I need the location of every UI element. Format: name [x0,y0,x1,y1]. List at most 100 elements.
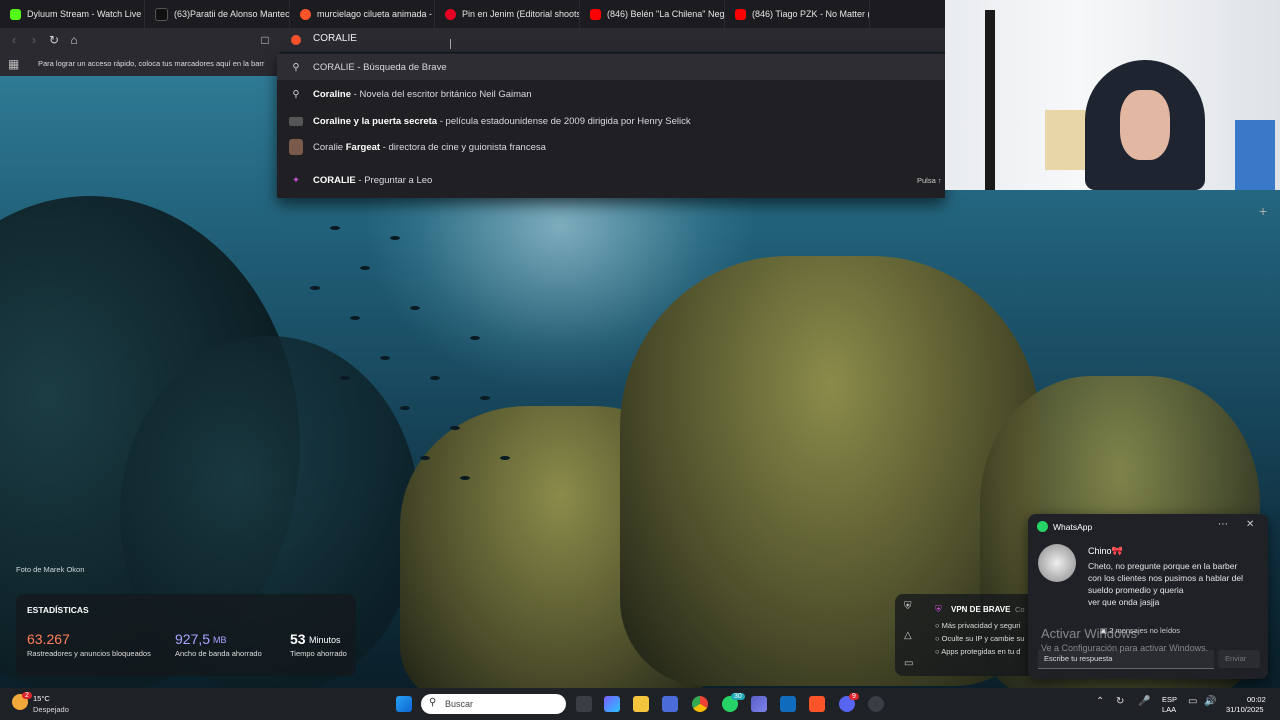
bandwidth-value: 927,5 [175,631,211,647]
keyboard-hint: Pulsa ↑ [917,175,942,185]
omnibox-suggestions: ⚲ CORALIE - Búsqueda de Brave ⚲ Coraline… [277,53,945,198]
notification-app: WhatsApp [1053,522,1093,532]
language-sub: LAA [1162,705,1177,714]
volume-icon[interactable]: 🔊 [1204,696,1216,707]
browser-tab[interactable]: Pin en Jenim (Editorial shoots) [435,0,580,28]
outlook-icon[interactable] [780,696,796,712]
suggestion-item[interactable]: ✦ CORALIE - Preguntar a Leo Pulsa ↑ [277,167,945,193]
app-icon[interactable] [868,696,884,712]
brave-search-icon [300,8,311,20]
activation-subtitle: Ve a Configuración para activar Windows. [1041,643,1209,653]
activation-title: Activar Windows [1041,626,1138,641]
apps-grid-icon[interactable]: ▦ [8,57,19,71]
brave-search-icon [291,35,301,45]
home-icon[interactable]: ⌂ [66,32,82,48]
pinterest-icon [445,8,456,20]
close-icon[interactable]: ✕ [1246,519,1254,530]
language-indicator[interactable]: ESP [1162,695,1177,704]
task-view-icon[interactable] [576,696,592,712]
address-bar[interactable]: CORALIE [283,29,945,51]
clock-time[interactable]: 00:02 [1247,695,1266,704]
search-icon: ⚲ [429,697,437,708]
stats-widget: ESTADÍSTICAS 63.267 Rastreadores y anunc… [16,594,356,676]
discord-badge: 9 [849,693,859,700]
browser-tab[interactable]: murcielago cilueta animada - Brave S [290,0,435,28]
address-input[interactable]: CORALIE [313,33,357,44]
search-icon: ⚲ [292,61,300,73]
vpn-item: ○ Más privacidad y seguri [935,621,1021,630]
movie-thumbnail-icon [289,114,303,128]
store-icon[interactable] [662,696,678,712]
windows-taskbar: 2 15°C Despejado ⚲ Buscar 30 9 ⌃ ↻ 🎤 ESP… [0,688,1280,720]
more-options-icon[interactable]: ⋯ [1218,519,1228,530]
vpn-title: VPN DE BRAVE [951,605,1011,614]
bookmark-icon[interactable]: □ [257,32,273,48]
bandwidth-label: Ancho de banda ahorrado [175,649,262,658]
sync-icon[interactable]: ↻ [1116,696,1124,707]
shield-icon: ⛨ [904,601,912,612]
sender-name: Chino🎀 [1088,546,1123,556]
windows-start-icon[interactable] [396,696,412,712]
whatsapp-badge: 30 [731,693,745,700]
weather-desc: Despejado [33,705,69,714]
person-face [1120,90,1170,160]
tiktok-icon [155,7,168,21]
person-avatar-icon [289,139,303,155]
back-icon[interactable]: ‹ [6,32,22,48]
time-label: Tiempo ahorrado [290,649,347,658]
kick-icon [10,8,21,20]
chrome-icon[interactable] [692,696,708,712]
teams-icon[interactable] [751,696,767,712]
browser-tab[interactable]: (846) Belén "La Chilena" Negri confi [580,0,725,28]
file-explorer-icon[interactable] [633,696,649,712]
search-icon: ⚲ [292,88,300,100]
time-value: 53 [290,631,306,647]
leo-ai-icon: ✦ [292,174,300,186]
time-unit: Minutos [309,635,341,645]
browser-tab[interactable]: (846) Tiago PZK - No Matter ( [725,0,870,28]
forward-icon[interactable]: › [26,32,42,48]
vpn-widget[interactable]: ⛨ △ ▭ ⛨ VPN DE BRAVE Co ○ Más privacidad… [895,594,1035,676]
card-icon: ▭ [904,658,914,669]
youtube-icon [590,8,601,20]
microphone-icon[interactable]: 🎤 [1138,696,1150,707]
browser-tab[interactable]: (63)Paratii de Alonso Manteca: Unis [145,0,290,28]
network-icon[interactable]: ▭ [1188,696,1197,707]
suggestion-item[interactable]: Coralie Fargeat - directora de cine y gu… [277,134,945,160]
suggestion-item[interactable]: ⚲ CORALIE - Búsqueda de Brave [277,54,945,80]
webcam-overlay [945,0,1280,190]
vpn-brand-icon: ⛨ [935,604,942,614]
suggestion-item[interactable]: Coraline y la puerta secreta - película … [277,108,945,134]
youtube-icon [735,8,746,20]
blue-object [1235,120,1275,190]
chevron-up-icon[interactable]: ⌃ [1096,696,1104,707]
weather-temp: 15°C [33,694,50,703]
vpn-item: ○ Apps protegidas en tu d [935,647,1021,656]
browser-tab[interactable]: Dyluum Stream - Watch Live on Kick [0,0,145,28]
trackers-label: Rastreadores y anuncios bloqueados [27,649,151,658]
door-frame [985,10,995,190]
photo-credit[interactable]: Foto de Marek Okon [16,565,84,574]
add-icon[interactable]: + [1259,203,1267,219]
suggestion-item[interactable]: ⚲ Coraline - Novela del escritor británi… [277,81,945,107]
vpn-item: ○ Oculte su IP y cambie su [935,634,1025,643]
avatar [1038,544,1076,582]
message-body: Cheto, no pregunte porque en la barber c… [1088,561,1243,607]
clock-date: 31/10/2025 [1226,705,1264,714]
stats-title: ESTADÍSTICAS [27,605,89,615]
vpn-extra: Co [1015,605,1025,614]
warning-icon: △ [904,630,912,641]
brave-taskbar-icon[interactable] [809,696,825,712]
whatsapp-icon [1037,521,1048,532]
reload-icon[interactable]: ↻ [46,32,62,48]
bookmarks-hint: Para lograr un acceso rápido, coloca tus… [38,59,265,68]
copilot-icon[interactable] [604,696,620,712]
taskbar-search[interactable]: ⚲ Buscar [421,694,566,714]
trackers-value: 63.267 [27,631,70,647]
bandwidth-unit: MB [213,635,227,645]
weather-badge: 2 [22,692,32,699]
send-button[interactable]: Enviar [1218,650,1260,668]
text-cursor-icon [450,39,451,49]
bookmarks-bar: ▦ Para lograr un acceso rápido, coloca t… [0,52,280,76]
whatsapp-notification[interactable]: WhatsApp ⋯ ✕ Chino🎀 Cheto, no pregunte p… [1028,514,1268,679]
